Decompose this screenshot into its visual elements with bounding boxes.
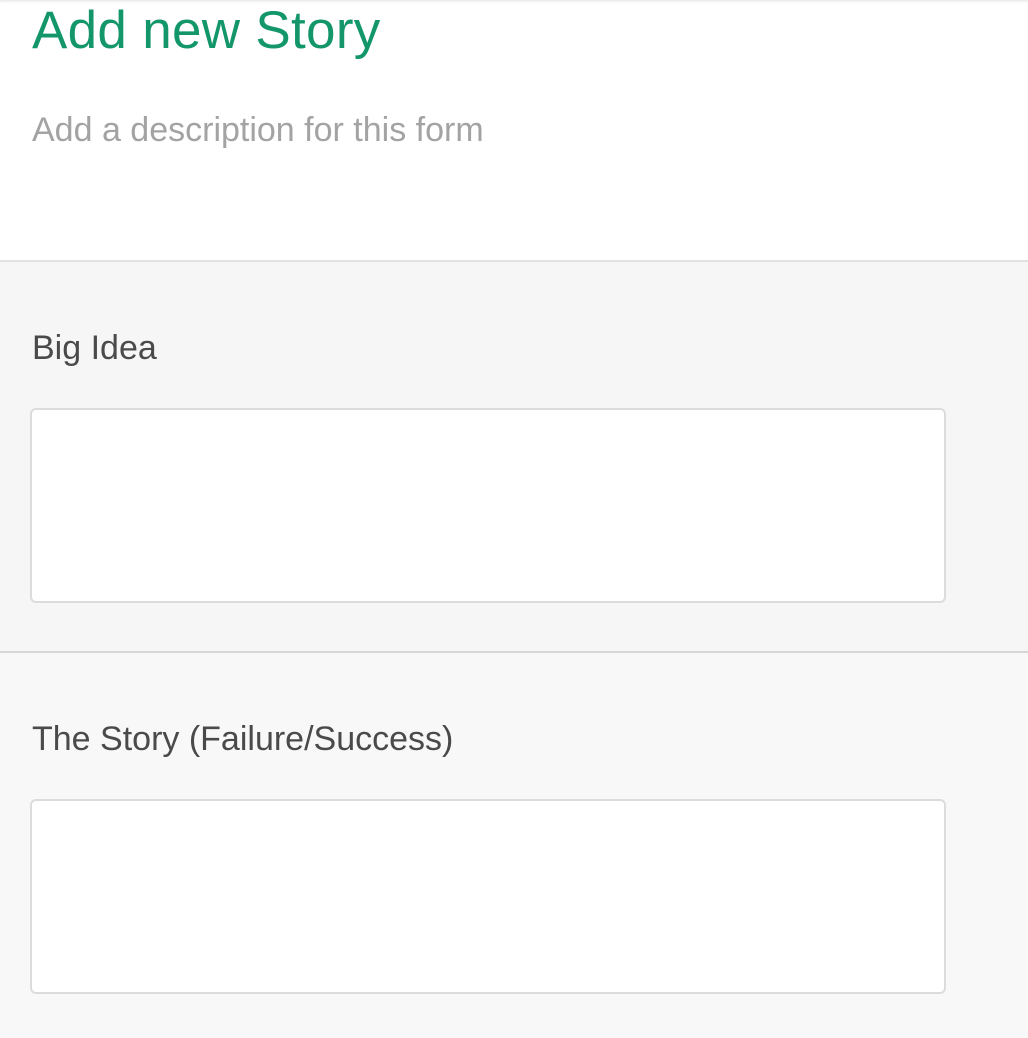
big-idea-input[interactable] <box>30 408 946 603</box>
form-header: Add new Story Add a description for this… <box>0 0 1028 262</box>
form-title: Add new Story <box>32 1 381 60</box>
the-story-label: The Story (Failure/Success) <box>32 720 454 758</box>
the-story-input[interactable] <box>30 799 946 994</box>
field-section-the-story: The Story (Failure/Success) <box>0 653 1028 1038</box>
form-description: Add a description for this form <box>32 111 484 149</box>
big-idea-label: Big Idea <box>32 329 157 367</box>
field-section-big-idea: Big Idea <box>0 262 1028 653</box>
